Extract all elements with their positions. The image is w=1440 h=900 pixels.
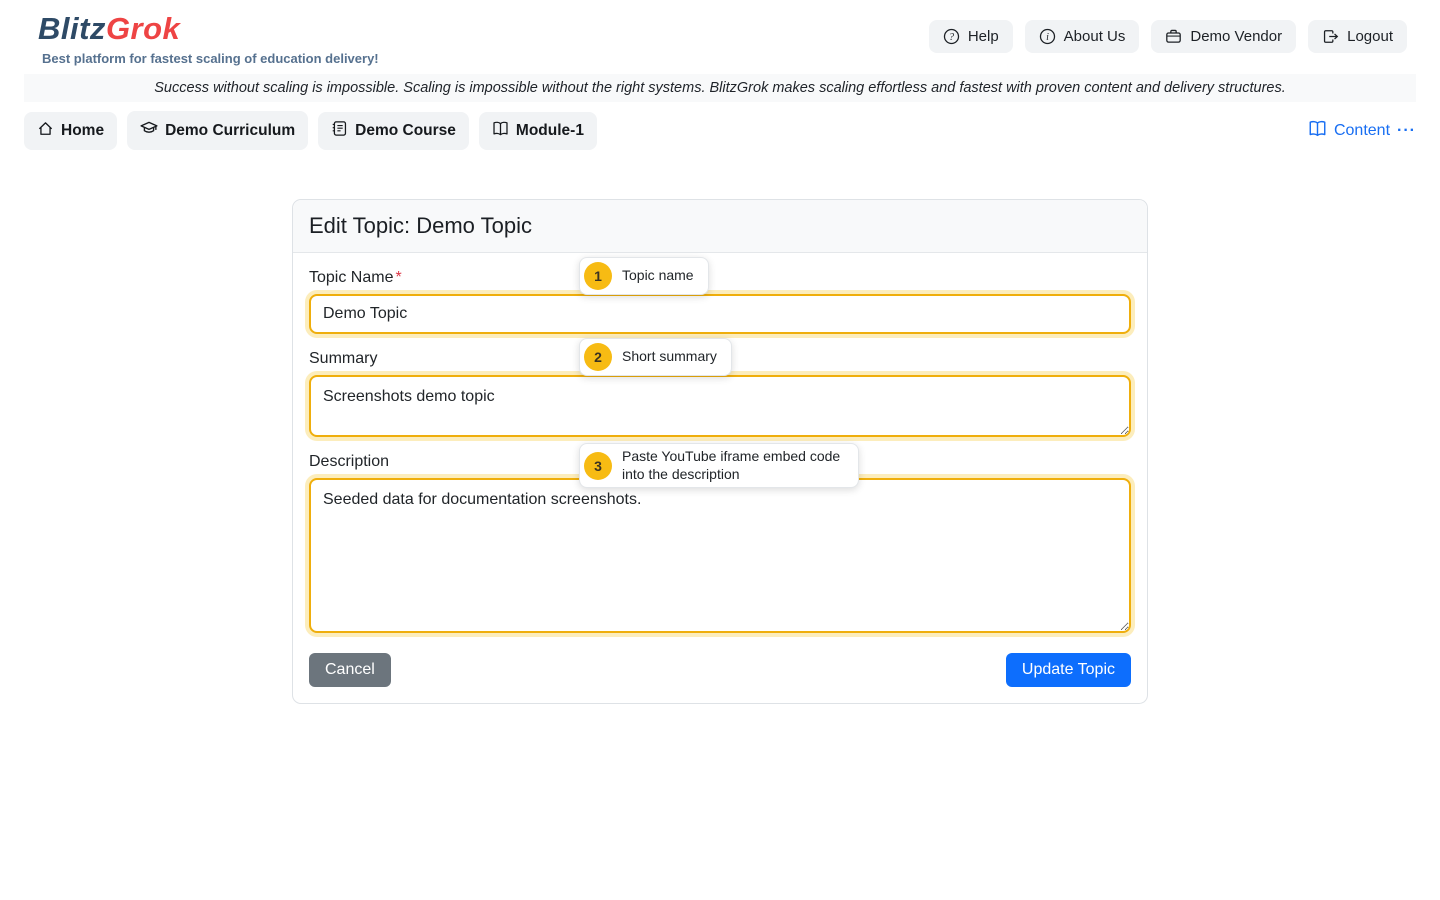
book-icon — [492, 120, 509, 142]
demo-vendor-button[interactable]: Demo Vendor — [1151, 20, 1296, 53]
content-menu-link[interactable]: Content ··· — [1308, 119, 1416, 143]
card-header: Edit Topic: Demo Topic — [293, 200, 1147, 253]
form-actions: Cancel Update Topic — [309, 653, 1131, 687]
page-title: Edit Topic: Demo Topic — [309, 213, 1131, 239]
demo-vendor-button-label: Demo Vendor — [1190, 28, 1282, 45]
svg-text:?: ? — [949, 32, 954, 43]
required-marker: * — [395, 269, 401, 286]
book-icon — [1308, 119, 1327, 143]
logo-part-grok: Grok — [106, 11, 180, 46]
help-button[interactable]: ? Help — [929, 20, 1013, 53]
logout-icon — [1322, 28, 1339, 45]
tour-step-2-tooltip: 2 Short summary — [579, 338, 732, 376]
tour-step-number: 1 — [584, 262, 612, 290]
description-label: Description — [309, 453, 389, 471]
topic-name-label-text: Topic Name — [309, 269, 393, 286]
edit-topic-card: Edit Topic: Demo Topic Topic Name* 1 Top… — [292, 199, 1148, 704]
motto-banner-text: Success without scaling is impossible. S… — [154, 80, 1286, 96]
journal-icon — [331, 120, 348, 142]
breadcrumb-item-label: Demo Curriculum — [165, 122, 295, 140]
breadcrumb-item-label: Module-1 — [516, 122, 584, 140]
topic-name-label: Topic Name* — [309, 269, 402, 287]
logo-part-blitz: Blitz — [38, 11, 106, 46]
about-us-button-label: About Us — [1064, 28, 1126, 45]
logout-button-label: Logout — [1347, 28, 1393, 45]
ellipsis-menu-icon[interactable]: ··· — [1397, 122, 1416, 140]
header-actions: ? Help i About Us Demo Vendor Logout — [929, 20, 1407, 53]
tour-step-number: 3 — [584, 452, 612, 480]
tour-step-3-tooltip: 3 Paste YouTube iframe embed code into t… — [579, 443, 859, 488]
summary-field-group: Summary 2 Short summary Screenshots demo… — [309, 350, 1131, 437]
summary-textarea[interactable]: Screenshots demo topic — [309, 375, 1131, 437]
home-icon — [37, 120, 54, 142]
motto-banner: Success without scaling is impossible. S… — [24, 74, 1416, 102]
tour-step-number: 2 — [584, 343, 612, 371]
cancel-button[interactable]: Cancel — [309, 653, 391, 687]
help-button-label: Help — [968, 28, 999, 45]
app-tagline: Best platform for fastest scaling of edu… — [42, 51, 379, 66]
topic-name-input[interactable] — [309, 294, 1131, 334]
about-us-button[interactable]: i About Us — [1025, 20, 1140, 53]
breadcrumb-item-demo-curriculum[interactable]: Demo Curriculum — [127, 111, 308, 150]
content-link-label: Content — [1334, 122, 1390, 140]
app-logo[interactable]: BlitzGrok — [38, 12, 379, 46]
briefcase-icon — [1165, 28, 1182, 45]
card-body: Topic Name* 1 Topic name Summary 2 Short… — [293, 253, 1147, 703]
summary-label: Summary — [309, 350, 377, 368]
topic-name-field-group: Topic Name* 1 Topic name — [309, 269, 1131, 334]
tour-step-text: Short summary — [622, 348, 717, 366]
breadcrumb-item-label: Home — [61, 122, 104, 140]
breadcrumb-item-label: Demo Course — [355, 122, 456, 140]
breadcrumb-item-module-1[interactable]: Module-1 — [479, 112, 597, 150]
tour-step-1-tooltip: 1 Topic name — [579, 257, 709, 295]
update-topic-button[interactable]: Update Topic — [1006, 653, 1131, 687]
breadcrumb: Home Demo Curriculum Demo Course Module-… — [24, 111, 1416, 150]
tour-step-text: Paste YouTube iframe embed code into the… — [622, 448, 844, 483]
tour-step-text: Topic name — [622, 267, 694, 285]
description-field-group: Description 3 Paste YouTube iframe embed… — [309, 453, 1131, 633]
info-circle-icon: i — [1039, 28, 1056, 45]
breadcrumb-item-home[interactable]: Home — [24, 112, 117, 150]
breadcrumb-item-demo-course[interactable]: Demo Course — [318, 112, 469, 150]
description-textarea[interactable]: Seeded data for documentation screenshot… — [309, 478, 1131, 633]
app-header: BlitzGrok Best platform for fastest scal… — [0, 0, 1440, 74]
graduation-cap-icon — [140, 119, 158, 142]
question-circle-icon: ? — [943, 28, 960, 45]
svg-text:i: i — [1046, 32, 1049, 43]
logo-block: BlitzGrok Best platform for fastest scal… — [38, 10, 379, 66]
logout-button[interactable]: Logout — [1308, 20, 1407, 53]
